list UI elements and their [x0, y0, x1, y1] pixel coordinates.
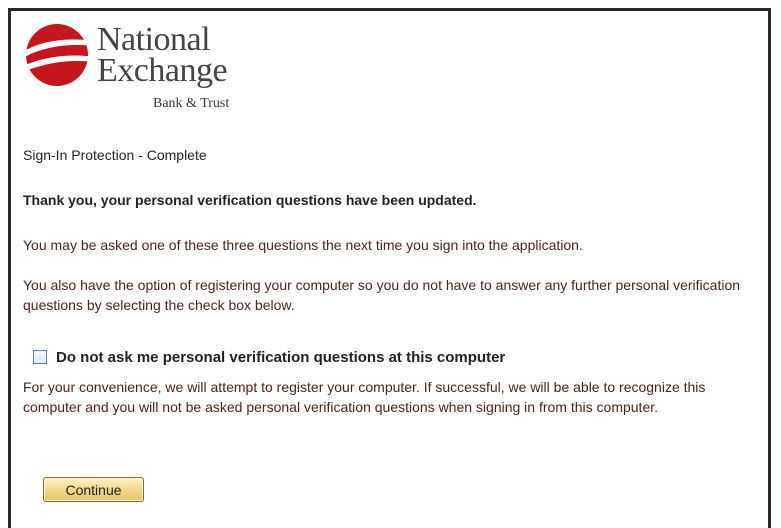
globe-logo-icon	[26, 24, 88, 86]
register-computer-checkbox-label[interactable]: Do not ask me personal verification ques…	[56, 349, 505, 366]
register-computer-checkbox[interactable]	[33, 350, 47, 364]
logo-text-bank-trust: Bank & Trust	[153, 96, 230, 111]
confirmation-message: Thank you, your personal verification qu…	[23, 192, 477, 208]
continue-button[interactable]: Continue	[43, 477, 144, 502]
logo-text-exchange: Exchange	[97, 52, 228, 89]
page-frame: National Exchange Bank & Trust Sign-In P…	[8, 8, 771, 528]
register-computer-option[interactable]: Do not ask me personal verification ques…	[33, 347, 505, 367]
page-title: Sign-In Protection - Complete	[23, 147, 207, 163]
register-explanation: For your convenience, we will attempt to…	[23, 379, 706, 415]
register-option-info: You also have the option of registering …	[23, 277, 741, 313]
next-signin-info: You may be asked one of these three ques…	[23, 237, 583, 253]
bank-logo: National Exchange Bank & Trust	[25, 21, 265, 123]
